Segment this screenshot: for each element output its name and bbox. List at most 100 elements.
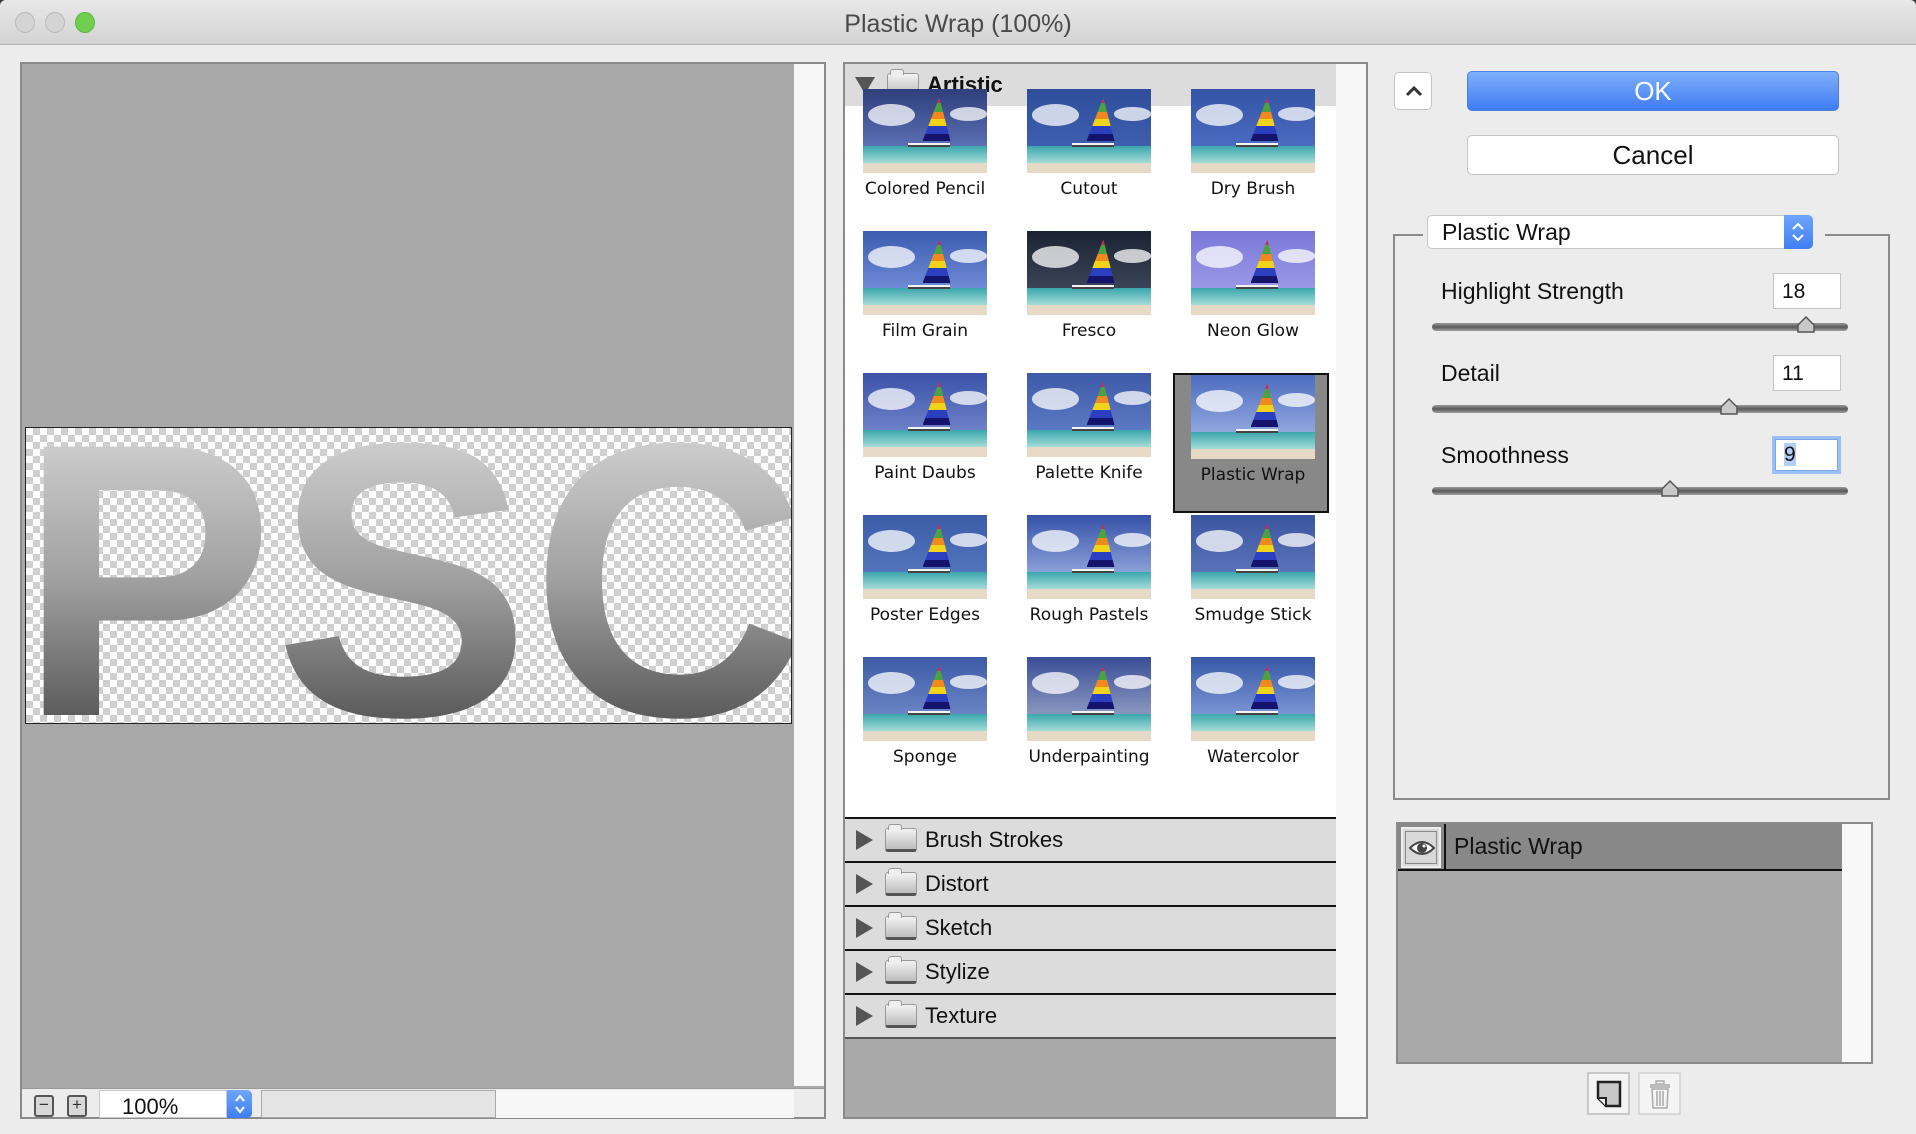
filter-thumbnail-label: Sponge xyxy=(892,747,957,767)
slider-thumb[interactable] xyxy=(1660,480,1679,498)
filter-thumbnail[interactable]: Dry Brush xyxy=(1173,87,1329,227)
filter-thumbnail[interactable]: Watercolor xyxy=(1173,655,1329,795)
parameter-label: Detail xyxy=(1441,360,1500,386)
preview-canvas[interactable]: PSC xyxy=(25,427,792,724)
filter-thumbnail-label: Film Grain xyxy=(881,321,969,341)
filter-thumbnail[interactable]: Neon Glow xyxy=(1173,229,1329,369)
filter-gallery-panel: Artistic Colored Pencil Cutout Dry Brush Fi… xyxy=(843,62,1368,1119)
filter-thumbnail-label: Watercolor xyxy=(1207,747,1299,767)
parameter-value: 9 xyxy=(1784,443,1796,466)
ok-button[interactable]: OK xyxy=(1467,71,1839,111)
category-header[interactable]: Sketch xyxy=(845,905,1336,949)
filter-preview-image xyxy=(1191,375,1315,459)
zoom-out-button[interactable]: − xyxy=(34,1095,54,1117)
layer-visibility-toggle[interactable] xyxy=(1401,827,1441,868)
layer-name: Plastic Wrap xyxy=(1454,833,1583,859)
zoom-level-stepper[interactable] xyxy=(227,1090,252,1118)
effect-layer-row[interactable]: Plastic Wrap xyxy=(1398,824,1842,871)
filter-preview-image xyxy=(863,373,987,457)
zoom-level-field[interactable]: 100% xyxy=(99,1090,227,1119)
layers-scrollbar[interactable] xyxy=(1842,824,1871,1062)
parameter-value-input[interactable]: 11 xyxy=(1773,355,1841,391)
filter-thumbnail[interactable]: Palette Knife xyxy=(1009,371,1165,511)
filter-preview-image xyxy=(1027,89,1151,173)
parameter-value-input[interactable]: 9 xyxy=(1775,439,1838,471)
slider-thumb[interactable] xyxy=(1797,316,1816,334)
category-label: Distort xyxy=(925,871,989,896)
filter-preview-image xyxy=(1027,231,1151,315)
preview-vertical-scrollbar[interactable] xyxy=(794,64,824,1086)
disclosure-triangle-right-icon xyxy=(856,1006,873,1026)
window-title: Plastic Wrap (100%) xyxy=(844,10,1072,38)
filter-thumbnail-label: Colored Pencil xyxy=(864,179,986,199)
filter-thumbnail[interactable]: Underpainting xyxy=(1009,655,1165,795)
filter-thumbnail-label: Rough Pastels xyxy=(1029,605,1149,625)
category-header[interactable]: Distort xyxy=(845,861,1336,905)
filter-preview-image xyxy=(863,231,987,315)
category-artistic: Artistic Colored Pencil Cutout Dry Brush Fi… xyxy=(845,64,1336,817)
new-effect-layer-button[interactable] xyxy=(1587,1072,1630,1115)
folder-icon xyxy=(885,1000,917,1028)
filter-thumbnail-label: Smudge Stick xyxy=(1194,605,1312,625)
filter-select[interactable]: Plastic Wrap xyxy=(1427,215,1813,249)
effect-layers-list: Plastic Wrap xyxy=(1396,822,1873,1064)
filter-thumbnail-label: Paint Daubs xyxy=(874,463,976,483)
parameter-label: Smoothness xyxy=(1441,442,1569,468)
preview-toolbar: − + 100% xyxy=(22,1088,824,1119)
filter-thumbnail[interactable]: Smudge Stick xyxy=(1173,513,1329,653)
filter-preview-image xyxy=(1191,515,1315,599)
select-arrows xyxy=(1784,215,1813,249)
zoom-in-button[interactable]: + xyxy=(67,1095,87,1117)
filter-preview-image xyxy=(1191,231,1315,315)
filter-thumbnail[interactable]: Colored Pencil xyxy=(845,87,1001,227)
preview-horizontal-scrollbar-thumb[interactable] xyxy=(261,1090,496,1118)
filter-thumbnail-label: Poster Edges xyxy=(869,605,981,625)
filter-preview-image xyxy=(863,515,987,599)
filter-thumbnail[interactable]: Poster Edges xyxy=(845,513,1001,653)
filter-preview-image xyxy=(1027,657,1151,741)
parameter-value-input[interactable]: 18 xyxy=(1773,273,1841,309)
collapse-gallery-button[interactable] xyxy=(1394,72,1432,110)
category-header[interactable]: Texture xyxy=(845,993,1336,1037)
filter-thumbnail-label: Fresco xyxy=(1061,321,1117,341)
category-label: Sketch xyxy=(925,915,993,940)
folder-icon xyxy=(885,824,917,852)
category-header[interactable]: Brush Strokes xyxy=(845,817,1336,861)
folder-icon xyxy=(885,912,917,940)
folder-icon xyxy=(885,956,917,984)
category-header[interactable]: Stylize xyxy=(845,949,1336,993)
slider-thumb[interactable] xyxy=(1720,398,1738,416)
parameter-value: 11 xyxy=(1782,362,1804,385)
filter-thumbnail-label: Neon Glow xyxy=(1207,321,1299,341)
up-down-arrows-icon xyxy=(1792,222,1804,242)
filter-thumbnail-label: Dry Brush xyxy=(1210,179,1296,199)
trash-icon xyxy=(1650,1080,1670,1109)
filter-thumbnail[interactable]: Plastic Wrap xyxy=(1173,373,1329,513)
filter-thumbnail[interactable]: Cutout xyxy=(1009,87,1165,227)
filter-thumbnail[interactable]: Fresco xyxy=(1009,229,1165,369)
filter-gallery-window: Plastic Wrap (100%) PSC − + 100% Artisti… xyxy=(0,0,1916,1134)
parameter-slider-track[interactable] xyxy=(1432,487,1848,495)
parameter-slider-track[interactable] xyxy=(1432,323,1848,331)
parameter-label: Highlight Strength xyxy=(1441,278,1624,304)
filter-preview-image xyxy=(1191,89,1315,173)
filter-preview-image xyxy=(863,89,987,173)
up-down-arrows-icon xyxy=(234,1094,245,1114)
parameter-slider-track[interactable] xyxy=(1432,405,1848,413)
gallery-vertical-scrollbar[interactable] xyxy=(1336,64,1366,1117)
preview-horizontal-scrollbar-track[interactable] xyxy=(496,1090,794,1118)
filter-thumbnail[interactable]: Film Grain xyxy=(845,229,1001,369)
chevron-up-icon xyxy=(1405,85,1423,97)
folder-icon xyxy=(885,868,917,896)
filter-thumbnail[interactable]: Paint Daubs xyxy=(845,371,1001,511)
delete-effect-layer-button[interactable] xyxy=(1638,1072,1681,1115)
category-label: Stylize xyxy=(925,959,990,984)
cancel-button[interactable]: Cancel xyxy=(1467,135,1839,175)
preview-image: PSC xyxy=(26,428,791,723)
filter-thumbnail[interactable]: Sponge xyxy=(845,655,1001,795)
parameter-value: 18 xyxy=(1782,280,1806,303)
filter-thumbnail[interactable]: Rough Pastels xyxy=(1009,513,1165,653)
divider xyxy=(1444,824,1446,869)
new-effect-layer-icon xyxy=(1596,1080,1622,1108)
filter-preview-image xyxy=(863,657,987,741)
